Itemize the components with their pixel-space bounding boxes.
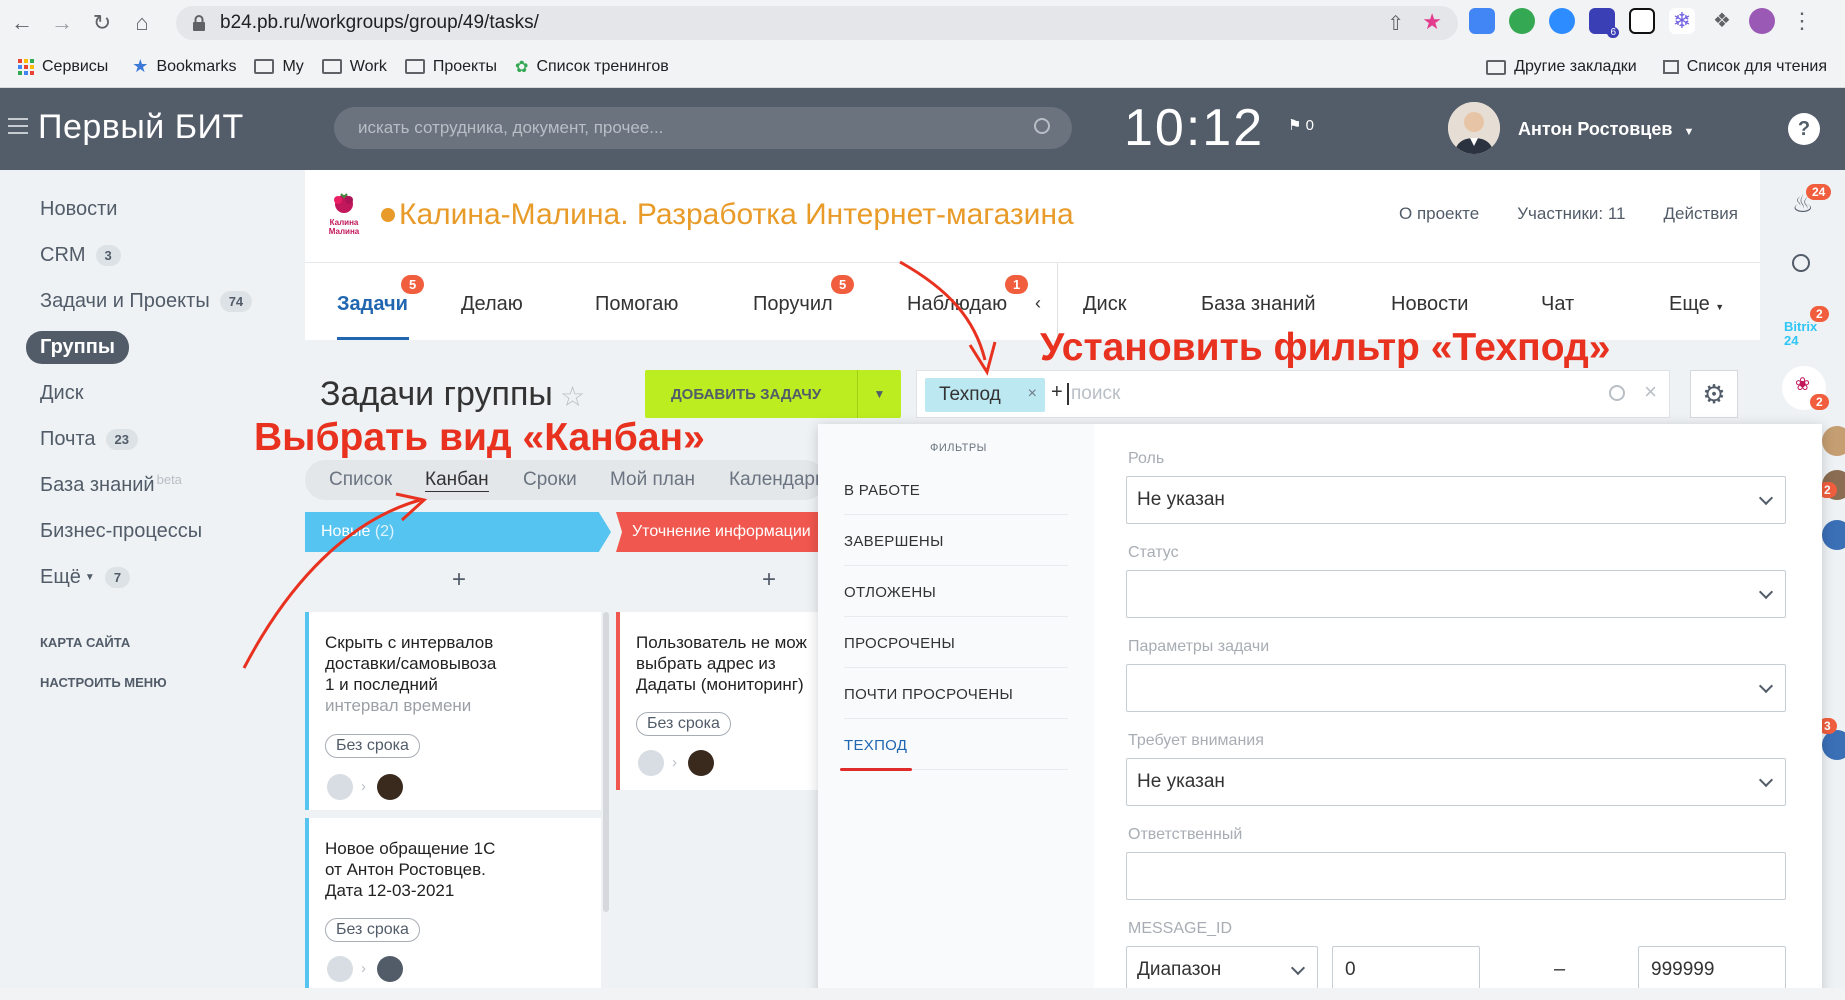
browser-bottom-edge (0, 988, 1845, 1000)
annotation-arrows (242, 260, 997, 669)
